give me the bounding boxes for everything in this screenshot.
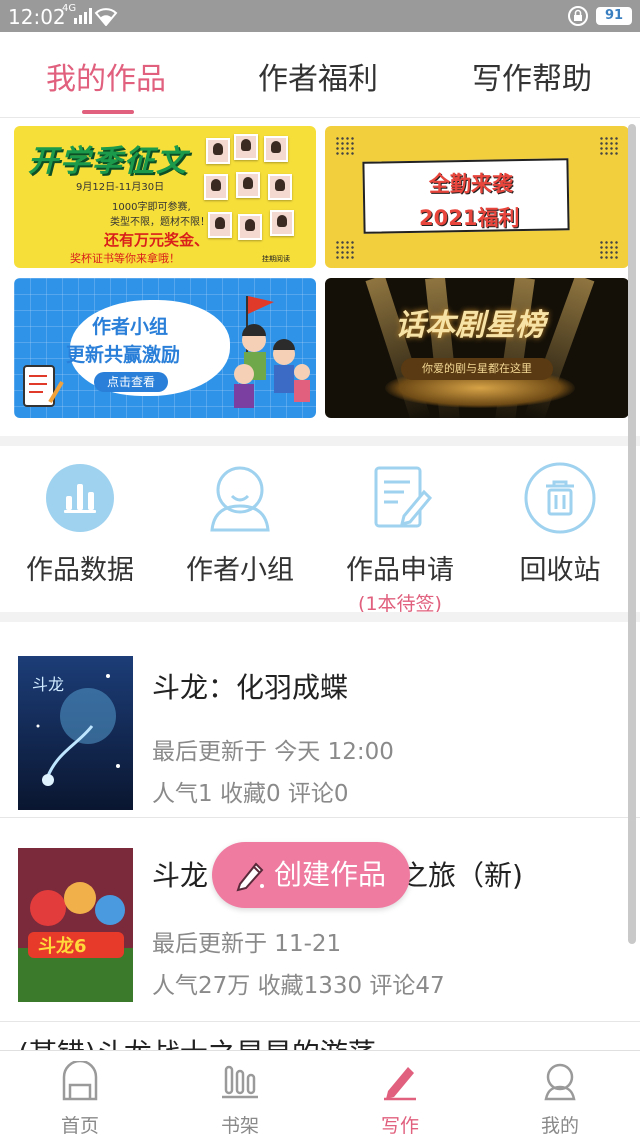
works-list: 斗龙 斗龙：化羽成蝶 最后更新于 今天 12:00 人气1 收藏0 评论0 斗龙… — [0, 624, 640, 1052]
book-cover: 斗龙6 — [18, 848, 133, 1002]
wifi-icon — [94, 8, 118, 26]
top-tabs: 我的作品 作者福利 写作帮助 — [0, 32, 640, 118]
banner-title: 话本剧星榜 — [395, 308, 545, 343]
work-updated: 最后更新于 今天 12:00 — [152, 739, 394, 765]
banner-title: 开学季征文 — [28, 144, 188, 179]
nav-bookshelf[interactable]: 书架 — [190, 1061, 290, 1138]
quick-label: 作品申请 — [346, 555, 454, 586]
banner-subtitle: 你爱的剧与星都在这里 — [401, 358, 553, 380]
nav-write[interactable]: 写作 — [350, 1061, 450, 1138]
banner-text: 1000字即可参赛, — [112, 202, 191, 213]
works-application-button[interactable]: 作品申请 (1本待签) — [320, 462, 480, 616]
author-group-button[interactable]: 作者小组 — [160, 462, 320, 587]
signal-icon — [74, 8, 92, 24]
banner-grid: 开学季征文 9月12日-11月30日 1000字即可参赛, 类型不限，题材不限！… — [0, 118, 640, 436]
work-updated: 最后更新于 11-21 — [152, 931, 342, 957]
form-edit-icon — [374, 466, 433, 528]
fantasy-cover-icon: 斗龙 — [18, 656, 133, 810]
bottom-nav: 首页 书架 写作 我的 — [0, 1050, 640, 1138]
work-title-left: 斗龙 — [152, 859, 209, 892]
status-bar: 12:02 4G 91 — [0, 0, 640, 32]
book-cover: 斗龙 — [18, 656, 133, 810]
banner-text: 类型不限，题材不限！ — [110, 217, 210, 228]
work-item[interactable]: 斗龙 斗龙：化羽成蝶 最后更新于 今天 12:00 人气1 收藏0 评论0 — [0, 624, 640, 818]
banner-school-contest[interactable]: 开学季征文 9月12日-11月30日 1000字即可参赛, 类型不限，题材不限！… — [14, 126, 316, 268]
status-time: 12:02 — [8, 5, 66, 29]
tab-author-benefits[interactable]: 作者福利 — [258, 54, 378, 98]
cartoon-cover-icon: 斗龙6 — [18, 848, 133, 1002]
banner-attendance-benefit[interactable]: 全勤来袭 2021福利 — [325, 126, 629, 268]
quick-actions: 作品数据 作者小组 作品申请 (1本待签) 回收站 — [0, 446, 640, 616]
home-icon — [62, 1059, 98, 1101]
banner-drama-stars[interactable]: 话本剧星榜 你爱的剧与星都在这里 — [325, 278, 629, 418]
group-icon — [210, 466, 270, 532]
banner-brand: 挂期阅读 — [262, 255, 290, 263]
banner-title: 作者小组 — [92, 316, 169, 338]
svg-text:斗龙: 斗龙 — [32, 675, 64, 694]
kids-illustration-icon — [234, 296, 310, 408]
bookshelf-icon — [222, 1065, 258, 1099]
nav-label: 书架 — [220, 1115, 259, 1137]
nav-label: 我的 — [540, 1115, 579, 1137]
quick-label: 作者小组 — [186, 555, 294, 586]
bar-chart-icon — [46, 464, 114, 532]
section-divider — [0, 612, 640, 622]
active-tab-indicator — [82, 110, 134, 114]
works-data-button[interactable]: 作品数据 — [0, 462, 160, 587]
section-divider — [0, 436, 640, 446]
nav-home[interactable]: 首页 — [30, 1059, 130, 1138]
quick-label: 作品数据 — [26, 555, 134, 586]
work-title: 斗龙：化羽成蝶 — [152, 671, 349, 704]
tab-writing-help[interactable]: 写作帮助 — [472, 54, 592, 98]
quick-label: 回收站 — [519, 555, 601, 586]
banner-title: 全勤来袭 — [429, 172, 513, 196]
photo-collage — [204, 134, 308, 262]
profile-icon — [544, 1063, 576, 1101]
pen-icon — [384, 1067, 416, 1101]
banner-subtitle: 更新共赢激励 — [66, 344, 181, 366]
view-button: 点击查看 — [94, 372, 168, 392]
work-stats: 人气27万 收藏1330 评论47 — [152, 973, 445, 999]
clipboard-icon — [23, 365, 64, 407]
work-title-right: 之旅（新) — [400, 859, 523, 892]
nav-label: 首页 — [60, 1115, 99, 1137]
svg-text:斗龙6: 斗龙6 — [38, 935, 87, 957]
create-work-button[interactable]: 创建作品 — [212, 842, 410, 908]
scrollbar[interactable] — [628, 124, 636, 944]
partial-work-title: (某错)斗龙战士之星星的游荡 — [18, 1032, 376, 1052]
recycle-bin-button[interactable]: 回收站 — [480, 462, 640, 587]
tab-my-works[interactable]: 我的作品 — [46, 54, 166, 98]
nav-profile[interactable]: 我的 — [510, 1061, 610, 1138]
trash-icon — [524, 462, 596, 534]
banner-author-group[interactable]: 作者小组 更新共赢激励 点击查看 — [14, 278, 316, 418]
create-work-label: 创建作品 — [274, 858, 387, 891]
pencil-icon — [236, 862, 264, 892]
lock-icon — [568, 6, 588, 26]
nav-label: 写作 — [380, 1115, 419, 1137]
banner-dates: 9月12日-11月30日 — [76, 182, 165, 193]
banner-subtitle: 2021福利 — [419, 206, 520, 230]
battery-indicator: 91 — [596, 7, 632, 25]
banner-text: 还有万元奖金、 — [104, 231, 210, 249]
work-stats: 人气1 收藏0 评论0 — [152, 781, 349, 807]
banner-text: 奖杯证书等你来拿哦！ — [70, 252, 180, 265]
